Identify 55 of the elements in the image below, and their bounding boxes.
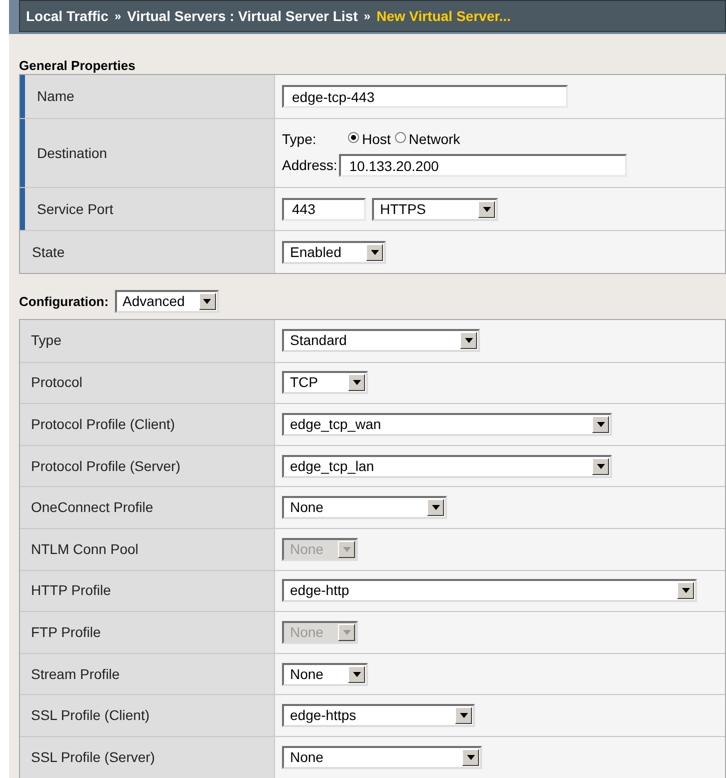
- caret-icon: [455, 707, 472, 724]
- field-label: SSL Profile (Client): [20, 695, 275, 736]
- caret-icon: [366, 244, 383, 260]
- field-label: OneConnect Profile: [20, 487, 275, 528]
- breadcrumb-current: New Virtual Server...: [376, 6, 511, 26]
- caret-icon: [338, 540, 355, 558]
- field-label: HTTP Profile: [20, 570, 275, 612]
- dropdown[interactable]: Standard: [282, 329, 480, 352]
- field-label: Stream Profile: [20, 654, 275, 694]
- field-label: Type: [20, 320, 275, 362]
- caret-icon: [462, 748, 479, 766]
- dropdown[interactable]: edge-http: [282, 579, 697, 602]
- field-label: Protocol Profile (Server): [20, 446, 275, 486]
- caret-icon: [592, 458, 609, 475]
- dropdown[interactable]: edge-https: [282, 704, 475, 728]
- field-label: Protocol Profile (Client): [20, 404, 275, 445]
- dropdown[interactable]: TCP: [282, 371, 368, 394]
- field-label: NTLM Conn Pool: [20, 528, 275, 570]
- caret-icon: [677, 582, 694, 600]
- dropdown[interactable]: None: [282, 496, 447, 520]
- dropdown[interactable]: HTTPS: [372, 198, 498, 220]
- field-label: Destination: [20, 119, 275, 187]
- breadcrumb-separator: »: [114, 8, 122, 25]
- dropdown[interactable]: Enabled: [282, 240, 386, 264]
- breadcrumb-link[interactable]: Virtual Servers : Virtual Server List: [127, 6, 358, 26]
- caret-icon: [198, 293, 216, 310]
- caret-icon: [478, 200, 495, 218]
- section-title: Configuration:: [19, 292, 109, 311]
- text-field[interactable]: edge-tcp-443: [282, 85, 568, 108]
- text-field[interactable]: 10.133.20.200: [339, 154, 628, 177]
- dropdown[interactable]: edge_tcp_lan: [282, 454, 612, 478]
- type-label: Type:: [282, 130, 318, 149]
- caret-icon: [338, 624, 355, 641]
- breadcrumb-separator: »: [364, 8, 370, 25]
- dropdown[interactable]: edge_tcp_wan: [282, 412, 612, 436]
- radio-option[interactable]: Network: [394, 129, 460, 150]
- field-label: SSL Profile (Server): [20, 736, 275, 778]
- field-label: Protocol: [20, 362, 275, 404]
- field-label: Service Port: [20, 188, 275, 230]
- text-field[interactable]: 443: [282, 198, 366, 220]
- caret-icon: [592, 416, 609, 433]
- section-title: General Properties: [19, 57, 136, 74]
- field-label: State: [20, 231, 275, 273]
- dropdown[interactable]: None: [282, 746, 482, 769]
- dropdown[interactable]: None: [282, 662, 368, 686]
- breadcrumb-link[interactable]: Local Traffic: [26, 6, 108, 26]
- caret-icon: [427, 499, 444, 516]
- address-label: Address:: [282, 156, 338, 175]
- caret-icon: [348, 374, 365, 392]
- field-label: FTP Profile: [20, 612, 275, 653]
- radio-option[interactable]: Host: [348, 129, 391, 150]
- dropdown[interactable]: Advanced: [114, 290, 219, 313]
- caret-icon: [348, 666, 365, 683]
- field-label: Name: [20, 75, 275, 118]
- caret-icon: [460, 332, 477, 350]
